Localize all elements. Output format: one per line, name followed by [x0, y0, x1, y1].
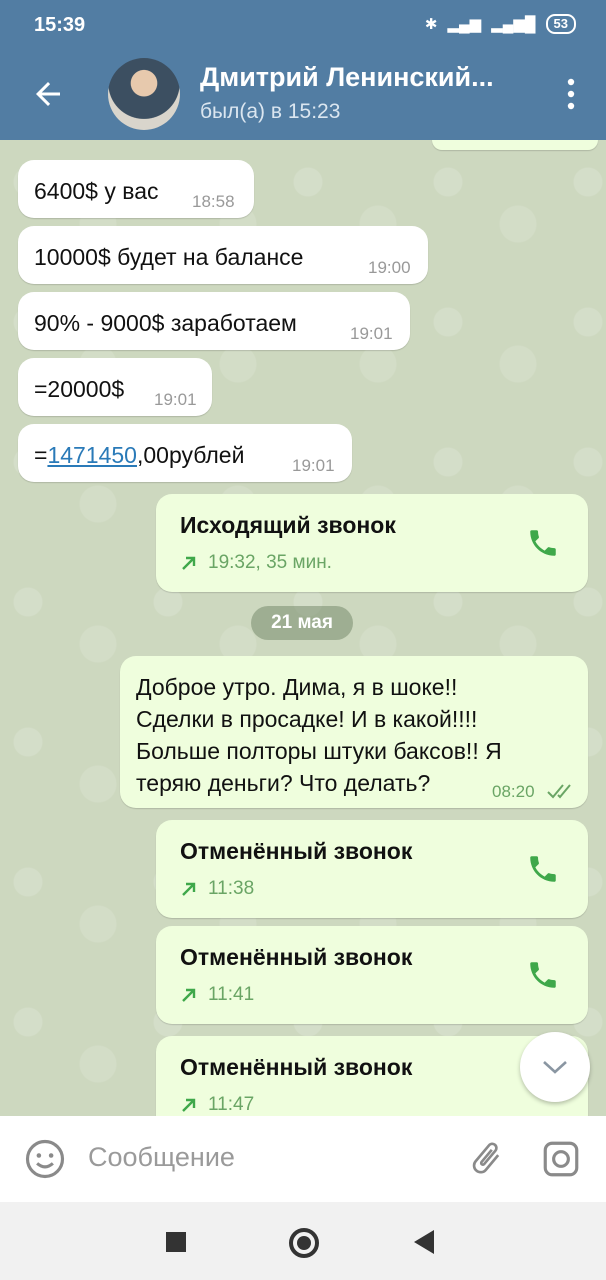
call-meta: 19:32, 35 мин.: [180, 552, 332, 574]
message-text: 90% - 9000$ заработаем: [34, 310, 297, 336]
date-divider: 21 мая: [251, 606, 353, 640]
call-title: Отменённый звонок: [180, 1054, 413, 1080]
outgoing-arrow-icon: [182, 556, 196, 570]
outgoing-arrow-icon: [182, 882, 196, 896]
chat-area[interactable]: 6400$ у вас 18:58 10000$ будет на баланс…: [0, 140, 606, 1116]
message-bubble[interactable]: 10000$ будет на балансе 19:00: [18, 226, 428, 284]
message-input-bar: Сообщение: [0, 1116, 606, 1202]
message-text: =1471450,00рублей: [34, 442, 244, 469]
status-time: 15:39: [34, 14, 86, 36]
message-time: 08:20: [492, 782, 535, 801]
message-time: 19:01: [292, 456, 335, 475]
call-time: 11:41: [208, 984, 255, 1005]
battery-icon: 53: [545, 14, 576, 34]
chevron-down-icon: [543, 1061, 567, 1074]
camera-icon[interactable]: [540, 1138, 582, 1180]
message-input[interactable]: Сообщение: [88, 1142, 235, 1173]
cancelled-call-bubble[interactable]: Отменённый звонок 11:41: [156, 926, 588, 1024]
message-time: 19:00: [368, 258, 411, 277]
back-nav-icon[interactable]: [414, 1230, 434, 1254]
avatar[interactable]: [108, 58, 180, 130]
message-time: 19:01: [350, 324, 393, 343]
message-text: 6400$ у вас: [34, 178, 159, 204]
call-title: Отменённый звонок: [180, 944, 413, 970]
call-meta: 11:38: [180, 878, 254, 900]
message-bubble[interactable]: 6400$ у вас 18:58: [18, 160, 254, 218]
phone-number-link[interactable]: 1471450: [47, 442, 137, 468]
read-checkmarks-icon: [547, 784, 571, 799]
message-text: =20000$: [34, 376, 125, 402]
system-icons: ✱ ▂▄▆ ▂▄▆█ 53: [425, 14, 576, 34]
emoji-icon[interactable]: [24, 1138, 66, 1180]
phone-icon[interactable]: [526, 526, 560, 560]
call-meta: 11:41: [180, 984, 254, 1006]
cancelled-call-bubble[interactable]: Отменённый звонок 11:38: [156, 820, 588, 918]
attach-icon[interactable]: [466, 1136, 506, 1180]
call-time: 11:47: [208, 1094, 255, 1115]
scroll-down-button[interactable]: [520, 1032, 590, 1102]
message-suffix: ,00рублей: [136, 442, 245, 468]
message-line: теряю деньги? Что делать?: [136, 770, 431, 796]
message-bubble-partial: [432, 140, 598, 150]
signal-4g-icon: ▂▄▆█: [491, 16, 536, 33]
signal-icon: ▂▄▆: [447, 16, 482, 33]
outgoing-call-bubble[interactable]: Исходящий звонок 19:32, 35 мин.: [156, 494, 588, 592]
back-arrow-icon[interactable]: [30, 76, 66, 112]
recents-nav-icon[interactable]: [166, 1232, 186, 1252]
more-menu-icon[interactable]: [566, 76, 576, 112]
message-text: 10000$ будет на балансе: [34, 244, 304, 270]
call-time: 19:32, 35 мин.: [208, 552, 332, 573]
bluetooth-icon: ✱: [424, 16, 438, 33]
status-bar: 15:39 ✱ ▂▄▆ ▂▄▆█ 53: [0, 0, 606, 48]
chat-header: Дмитрий Ленинский... был(а) в 15:23: [0, 48, 606, 140]
message-line: Доброе утро. Дима, я в шоке!!: [136, 674, 458, 700]
outgoing-arrow-icon: [182, 1098, 196, 1112]
message-line: Больше полторы штуки баксов!! Я: [136, 738, 502, 764]
phone-icon[interactable]: [526, 958, 560, 992]
message-bubble[interactable]: 90% - 9000$ заработаем 19:01: [18, 292, 410, 350]
message-time: 19:01: [154, 390, 197, 409]
last-seen-status: был(а) в 15:23: [200, 100, 341, 123]
home-nav-icon[interactable]: [289, 1228, 319, 1258]
message-bubble[interactable]: =20000$ 19:01: [18, 358, 212, 416]
call-time: 11:38: [208, 878, 255, 899]
call-title: Отменённый звонок: [180, 838, 413, 864]
call-meta: 11:47: [180, 1094, 254, 1116]
outgoing-arrow-icon: [182, 988, 196, 1002]
call-title: Исходящий звонок: [180, 512, 396, 538]
message-time: 18:58: [192, 192, 235, 211]
message-prefix: =: [34, 442, 48, 468]
message-line: Сделки в просадке! И в какой!!!!: [136, 706, 478, 732]
message-bubble[interactable]: =1471450,00рублей 19:01: [18, 424, 352, 482]
chat-title[interactable]: Дмитрий Ленинский...: [200, 62, 494, 93]
phone-icon[interactable]: [526, 852, 560, 886]
message-bubble-outgoing[interactable]: Доброе утро. Дима, я в шоке!! Сделки в п…: [120, 656, 588, 808]
system-nav-bar: [0, 1202, 606, 1280]
